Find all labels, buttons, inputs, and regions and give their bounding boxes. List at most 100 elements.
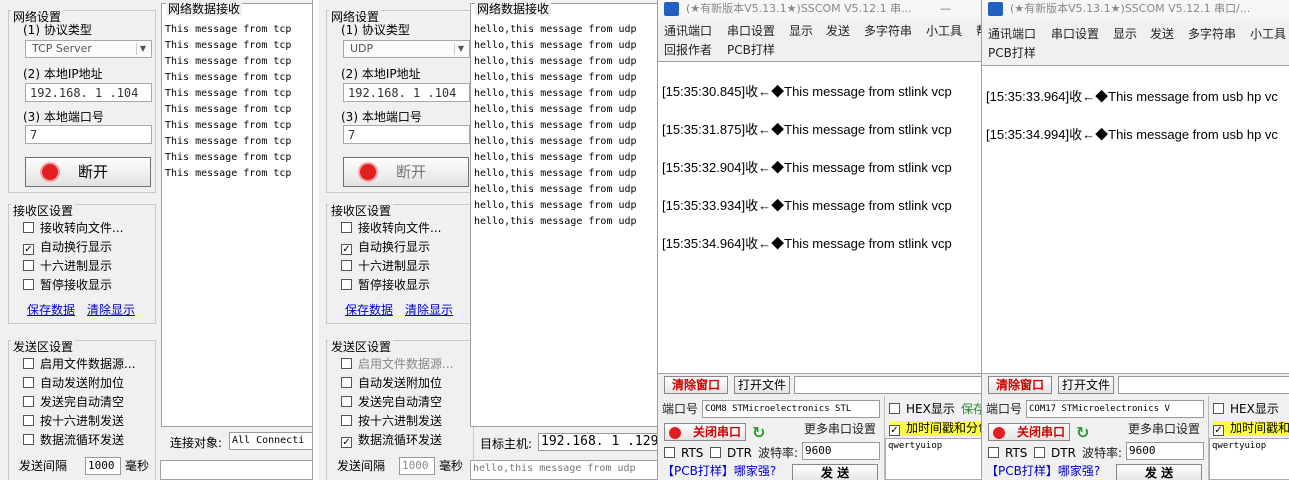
ip-field[interactable]: 192.168. 1 .104 (343, 83, 470, 102)
menu-port-settings[interactable]: 串口设置 (727, 24, 775, 38)
menu-tools[interactable]: 小工具 (926, 24, 962, 38)
menu-port-settings[interactable]: 串口设置 (1051, 27, 1099, 41)
menu-comm-port[interactable]: 通讯端口 (664, 24, 712, 38)
interval-input[interactable]: 1000 (85, 457, 121, 475)
port-select[interactable]: COM17 STMicroelectronics V (1026, 400, 1204, 418)
hex-display-checkbox[interactable]: 十六进制显示 (341, 259, 430, 273)
recv-to-file-checkbox[interactable]: 接收转向文件... (23, 221, 123, 235)
protocol-value: TCP Server (32, 42, 92, 55)
message-line: This message from tcp (165, 104, 292, 115)
open-file-button[interactable]: 打开文件 (1058, 376, 1114, 394)
recv-to-file-checkbox[interactable]: 接收转向文件... (341, 221, 441, 235)
pcb-ad-link[interactable]: 【PCB打样】哪家强? (986, 464, 1100, 478)
checkbox-box (341, 222, 352, 233)
auto-append-checkbox[interactable]: 自动发送附加位 (341, 376, 442, 390)
host-field[interactable]: 192.168. 1 .129 (538, 433, 657, 451)
send-input[interactable]: hello,this message from udp (470, 460, 657, 480)
auto-clear-checkbox[interactable]: 发送完自动清空 (341, 395, 442, 409)
recv-area[interactable]: 网络数据接收 hello,this message from udp hello,… (470, 2, 657, 427)
menu-pcb[interactable]: PCB打样 (727, 43, 775, 57)
send-settings-title: 发送区设置 (329, 340, 394, 354)
clear-display-link[interactable]: 清除显示 (405, 303, 453, 317)
menu-feedback[interactable]: 回报作者 (664, 43, 712, 57)
close-port-button[interactable]: 关闭串口 (988, 423, 1070, 441)
interval-input[interactable]: 1000 (399, 457, 435, 475)
more-settings-link[interactable]: 更多串口设置 (1128, 422, 1200, 436)
send-text-input[interactable]: qwertyuiop (885, 438, 981, 480)
timestamp-checkbox[interactable]: ✓ 加时间戳和分包 (889, 421, 981, 436)
clear-window-button[interactable]: 清除窗口 (988, 376, 1052, 394)
disconnect-button[interactable]: 断开 (25, 157, 151, 187)
port-field[interactable]: 7 (343, 125, 470, 144)
pcb-ad-link[interactable]: 【PCB打样】哪家强? (662, 464, 776, 478)
send-input[interactable] (160, 460, 312, 480)
close-port-button[interactable]: 关闭串口 (664, 423, 746, 441)
message-line: This message from tcp (165, 120, 292, 131)
refresh-icon[interactable]: ↻ (1076, 423, 1089, 442)
ip-field[interactable]: 192.168. 1 .104 (25, 83, 152, 102)
hex-show-checkbox[interactable]: HEX显示 (1213, 402, 1279, 416)
open-file-button[interactable]: 打开文件 (734, 376, 790, 394)
port-select[interactable]: COM8 STMicroelectronics STL (702, 400, 880, 418)
interval-unit: 毫秒 (439, 459, 464, 473)
hex-send-checkbox[interactable]: 按十六进制发送 (23, 414, 124, 428)
send-button[interactable]: 发 送 (1116, 464, 1202, 480)
rts-checkbox[interactable]: RTS (664, 446, 703, 460)
pause-recv-checkbox[interactable]: 暂停接收显示 (341, 278, 430, 292)
checkbox-label: 十六进制显示 (40, 259, 113, 273)
dtr-checkbox[interactable]: DTR (1034, 446, 1076, 460)
send-text-input[interactable]: qwertyuiop (1209, 438, 1289, 480)
save-label[interactable]: 保存 (961, 402, 981, 416)
file-source-checkbox[interactable]: 启用文件数据源... (341, 357, 453, 371)
receive-output[interactable]: [15:35:30.845]收←◆This message from stlin… (658, 61, 981, 374)
checkbox-label: 发送完自动清空 (358, 395, 443, 409)
recv-area[interactable]: 网络数据接收 This message from tcp This message… (161, 2, 312, 427)
auto-wrap-checkbox[interactable]: ✓ 自动换行显示 (341, 240, 430, 255)
auto-append-checkbox[interactable]: 自动发送附加位 (23, 376, 124, 390)
disconnect-button[interactable]: 断开 (343, 157, 469, 187)
hex-send-checkbox[interactable]: 按十六进制发送 (341, 414, 442, 428)
save-data-link[interactable]: 保存数据 (345, 303, 393, 317)
save-data-link[interactable]: 保存数据 (27, 303, 75, 317)
receive-output[interactable]: [15:35:33.964]收←◆This message from usb h… (982, 65, 1289, 374)
clear-window-button[interactable]: 清除窗口 (664, 376, 728, 394)
timestamp-checkbox[interactable]: ✓ 加时间戳和 (1213, 421, 1289, 436)
menu-send[interactable]: 发送 (826, 24, 850, 38)
hex-show-checkbox[interactable]: HEX显示 (889, 402, 955, 416)
checkbox-box: ✓ (23, 244, 34, 255)
hex-display-checkbox[interactable]: 十六进制显示 (23, 259, 112, 273)
baud-select[interactable]: 9600 (802, 442, 880, 460)
output-line: [15:35:31.875]收←◆This message from stlin… (662, 122, 952, 137)
clear-display-link[interactable]: 清除显示 (87, 303, 135, 317)
loop-send-checkbox[interactable]: 数据流循环发送 (23, 433, 124, 447)
port-field[interactable]: 7 (25, 125, 152, 144)
menu-tools[interactable]: 小工具 (1250, 27, 1286, 41)
rts-checkbox[interactable]: RTS (988, 446, 1027, 460)
minimize-icon[interactable]: — (940, 0, 951, 17)
menu-multi-string[interactable]: 多字符串 (1188, 27, 1236, 41)
send-button[interactable]: 发 送 (792, 464, 878, 480)
baud-select[interactable]: 9600 (1126, 442, 1204, 460)
menu-comm-port[interactable]: 通讯端口 (988, 27, 1036, 41)
protocol-select[interactable]: TCP Server ▼ (25, 40, 152, 58)
menu-pcb[interactable]: PCB打样 (988, 46, 1036, 60)
protocol-select[interactable]: UDP ▼ (343, 40, 470, 58)
more-settings-link[interactable]: 更多串口设置 (804, 422, 876, 436)
ip-label: (2) 本地IP地址 (23, 67, 103, 81)
checkbox-label: 按十六进制发送 (358, 414, 443, 428)
menu-display[interactable]: 显示 (1113, 27, 1137, 41)
file-source-checkbox[interactable]: 启用文件数据源... (23, 357, 135, 371)
auto-clear-checkbox[interactable]: 发送完自动清空 (23, 395, 124, 409)
menu-display[interactable]: 显示 (789, 24, 813, 38)
file-path-input[interactable] (1118, 376, 1289, 394)
loop-send-checkbox[interactable]: ✓ 数据流循环发送 (341, 433, 442, 448)
refresh-icon[interactable]: ↻ (752, 423, 765, 442)
menu-multi-string[interactable]: 多字符串 (864, 24, 912, 38)
pause-recv-checkbox[interactable]: 暂停接收显示 (23, 278, 112, 292)
conn-select[interactable]: All Connecti (229, 432, 312, 450)
menu-send[interactable]: 发送 (1150, 27, 1174, 41)
checkbox-box (341, 377, 352, 388)
file-path-input[interactable] (794, 376, 981, 394)
dtr-checkbox[interactable]: DTR (710, 446, 752, 460)
auto-wrap-checkbox[interactable]: ✓ 自动换行显示 (23, 240, 112, 255)
